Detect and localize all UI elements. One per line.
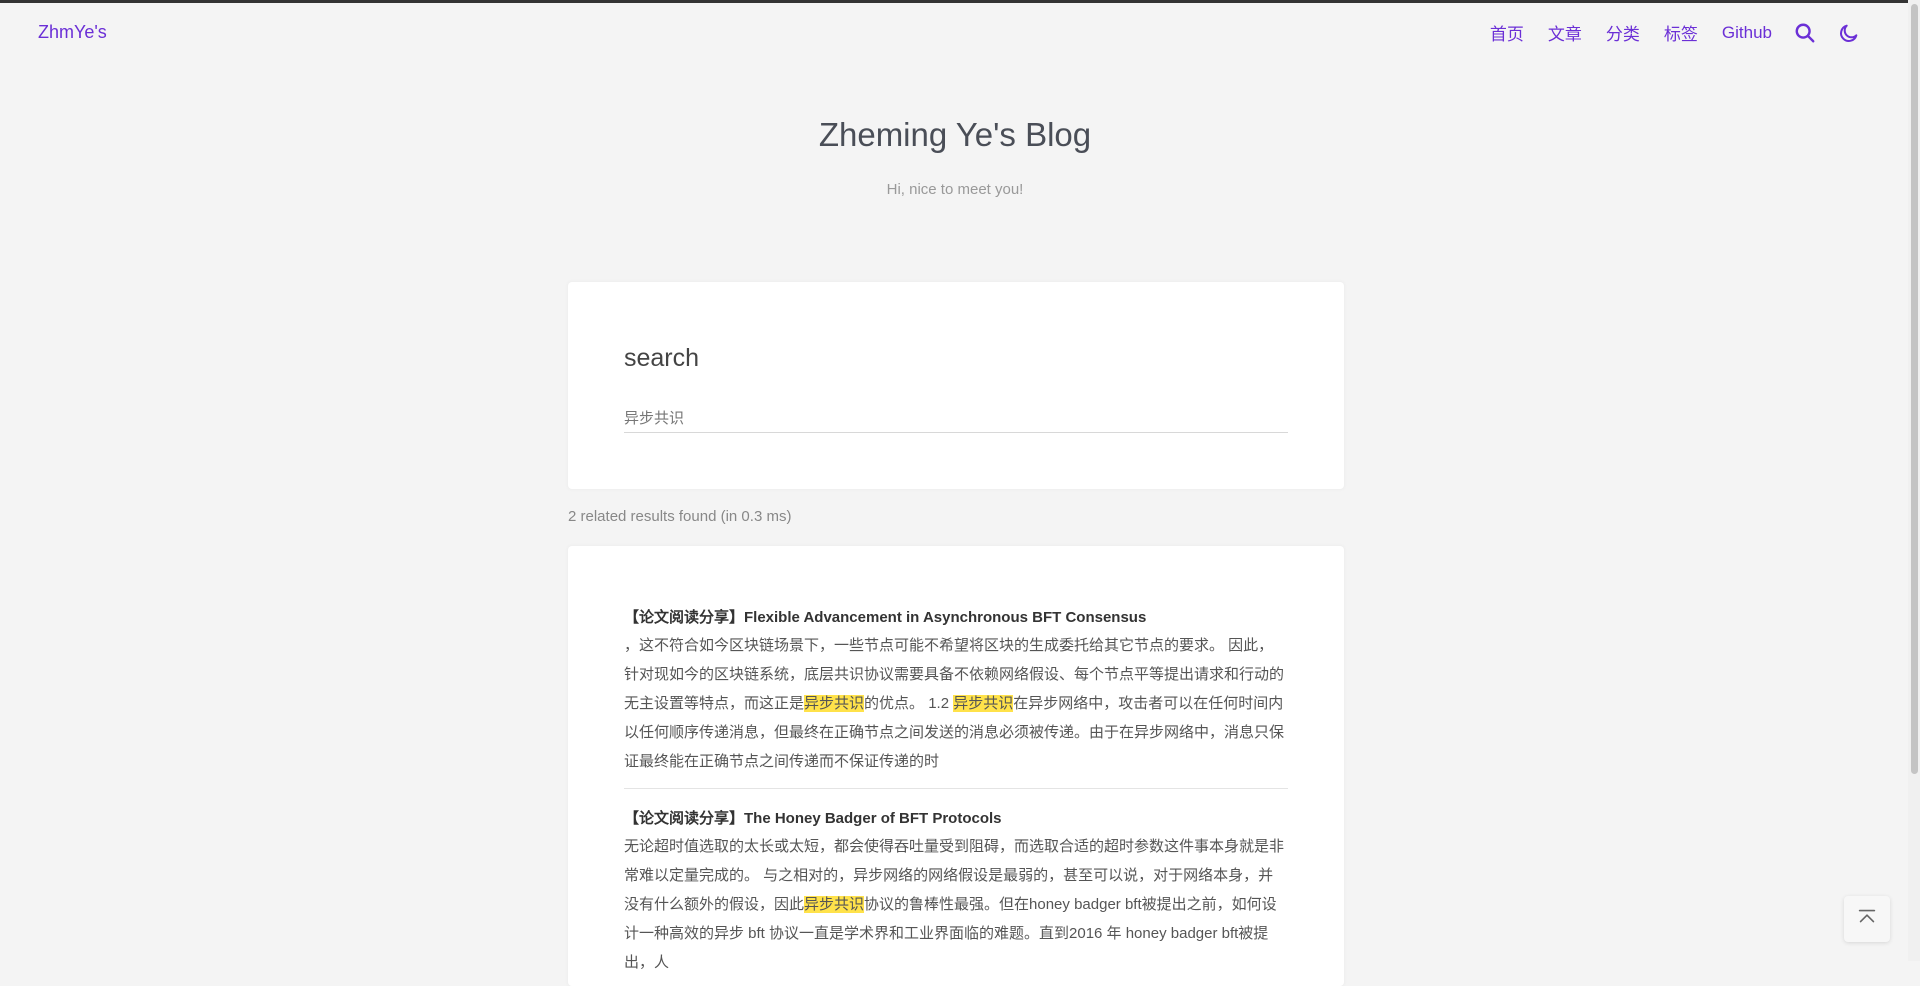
keyword-highlight: 异步共识 bbox=[804, 896, 865, 913]
keyword-highlight: 异步共识 bbox=[953, 695, 1014, 712]
nav-item-github[interactable]: Github bbox=[1722, 23, 1772, 43]
results-summary: 2 related results found (in 0.3 ms) bbox=[568, 508, 792, 525]
search-result-excerpt: 无论超时值选取的太长或太短，都会使得吞吐量受到阻碍，而选取合适的超时参数这件事本… bbox=[624, 838, 1285, 971]
search-result-item: 【论文阅读分享】Flexible Advancement in Asynchro… bbox=[624, 606, 1288, 776]
top-border bbox=[0, 0, 1920, 3]
main-nav: 首页 文章 分类 标签 Github bbox=[1466, 20, 1860, 45]
site-brand-link[interactable]: ZhmYe's bbox=[38, 22, 107, 43]
back-to-top-button[interactable] bbox=[1844, 896, 1890, 942]
search-heading: search bbox=[624, 344, 700, 372]
keyword-highlight: 异步共识 bbox=[804, 695, 865, 712]
blog-title: Zheming Ye's Blog bbox=[818, 116, 1092, 153]
moon-icon[interactable] bbox=[1838, 22, 1860, 44]
scrollbar-thumb[interactable] bbox=[1911, 4, 1918, 774]
search-result-item: 【论文阅读分享】The Honey Badger of BFT Protocol… bbox=[624, 807, 1288, 977]
nav-item-categories[interactable]: 分类 bbox=[1606, 20, 1640, 45]
page-scrollbar[interactable] bbox=[1908, 0, 1920, 961]
results-panel: 【论文阅读分享】Flexible Advancement in Asynchro… bbox=[568, 546, 1344, 986]
search-result-title[interactable]: 【论文阅读分享】The Honey Badger of BFT Protocol… bbox=[624, 807, 1288, 828]
search-panel: search bbox=[568, 282, 1344, 489]
nav-item-home[interactable]: 首页 bbox=[1490, 20, 1524, 45]
search-result-excerpt: ，这不符合如今区块链场景下，一些节点可能不希望将区块的生成委托给其它节点的要求。… bbox=[624, 637, 1285, 770]
search-result-title[interactable]: 【论文阅读分享】Flexible Advancement in Asynchro… bbox=[624, 606, 1288, 627]
search-input[interactable] bbox=[624, 402, 1288, 433]
result-divider bbox=[624, 788, 1288, 789]
arrow-up-to-top-icon bbox=[1856, 906, 1878, 933]
nav-item-tags[interactable]: 标签 bbox=[1664, 20, 1698, 45]
blog-subtitle: Hi, nice to meet you! bbox=[886, 181, 1024, 198]
search-icon[interactable] bbox=[1794, 22, 1816, 44]
nav-item-posts[interactable]: 文章 bbox=[1548, 20, 1582, 45]
